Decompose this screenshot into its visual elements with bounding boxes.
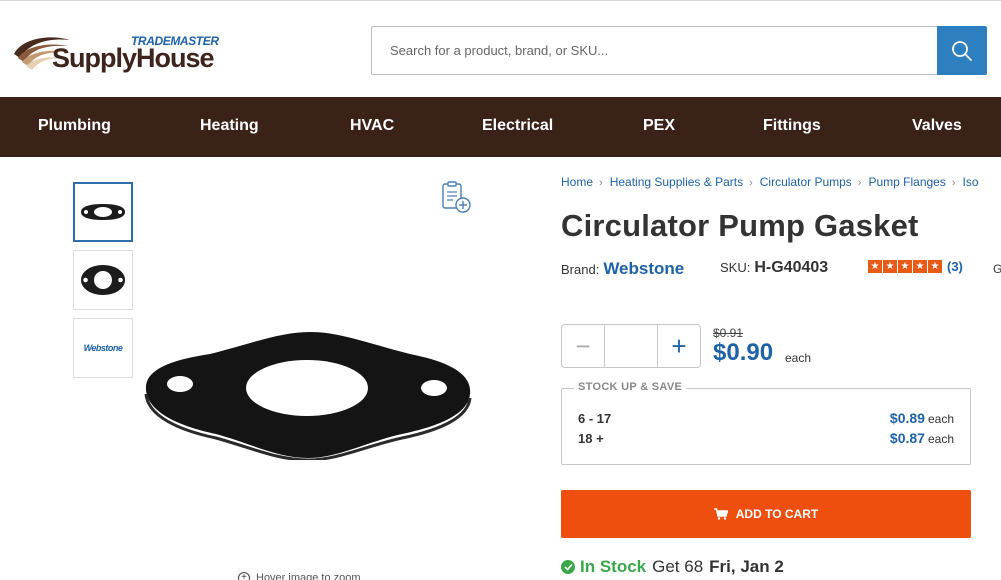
add-to-cart-button[interactable]: ADD TO CART: [561, 490, 971, 538]
rating[interactable]: ★ ★ ★ ★ ★ (3): [868, 259, 963, 274]
thumbnail-3[interactable]: Webstone: [73, 318, 133, 378]
tier-range: 18 +: [578, 431, 604, 446]
star-icon: ★: [928, 260, 942, 273]
chevron-right-icon: ›: [951, 177, 956, 189]
main-nav: Plumbing Heating HVAC Electrical PEX Fit…: [0, 97, 1001, 157]
tier-range: 6 - 17: [578, 411, 612, 426]
search-icon: [952, 40, 972, 61]
availability-row: In Stock Get 68 Fri, Jan 2: [561, 557, 784, 577]
brand-link[interactable]: Webstone: [603, 259, 684, 278]
add-to-list-icon[interactable]: [440, 180, 472, 214]
chevron-right-icon: ›: [599, 177, 603, 189]
quantity-input[interactable]: [605, 325, 657, 367]
cart-icon: [713, 508, 728, 520]
nav-item-fittings[interactable]: Fittings: [763, 97, 821, 157]
supplyhouse-logo[interactable]: TRADEMASTER SupplyHouse: [12, 30, 219, 74]
check-circle-icon: [561, 560, 575, 574]
breadcrumb-pump-flanges[interactable]: Pump Flanges: [868, 175, 945, 189]
stock-up-title: STOCK UP & SAVE: [574, 381, 687, 393]
tier-price: $0.87: [889, 430, 925, 446]
tier-price: $0.89: [889, 410, 925, 426]
cut-off-text: G: [993, 262, 1001, 276]
webstone-logo-thumbnail: Webstone: [83, 343, 123, 353]
gasket-thumbnail-icon: [81, 204, 125, 220]
star-icon: ★: [868, 260, 882, 273]
nav-item-heating[interactable]: Heating: [200, 97, 259, 157]
decrease-quantity-button[interactable]: −: [562, 325, 605, 367]
nav-item-electrical[interactable]: Electrical: [482, 97, 553, 157]
zoom-hint-text: Hover image to zoom: [256, 572, 361, 580]
breadcrumb-iso[interactable]: Iso: [963, 175, 979, 189]
price-unit: each: [785, 351, 812, 365]
delivery-date: Fri, Jan 2: [709, 557, 784, 576]
tier-price-row: $0.89 each: [890, 410, 954, 426]
brand-row: Brand: Webstone: [561, 259, 684, 279]
star-icon: ★: [898, 260, 912, 273]
breadcrumb-heating-supplies[interactable]: Heating Supplies & Parts: [610, 175, 743, 189]
current-price: $0.90: [713, 339, 774, 366]
top-border: [0, 0, 1001, 3]
quantity-stepper: − +: [561, 324, 701, 368]
add-to-cart-label: ADD TO CART: [735, 507, 819, 521]
nav-item-plumbing[interactable]: Plumbing: [38, 97, 111, 157]
tier-unit: each: [927, 432, 954, 446]
tier-price-row: $0.87 each: [890, 430, 954, 446]
breadcrumb-home[interactable]: Home: [561, 175, 593, 189]
sku-label: SKU:: [720, 260, 751, 275]
zoom-hint: + Hover image to zoom: [238, 572, 361, 580]
search-button[interactable]: [937, 26, 987, 75]
logo-supplyhouse-text: SupplyHouse: [52, 43, 215, 73]
old-price: $0.91: [713, 326, 744, 340]
chevron-right-icon: ›: [857, 177, 862, 189]
in-stock-status: In Stock: [580, 557, 647, 576]
stock-count: Get 68: [652, 557, 704, 576]
star-icon: ★: [883, 260, 897, 273]
gasket-front-thumbnail-icon: [81, 265, 125, 295]
nav-item-valves[interactable]: Valves: [912, 97, 962, 157]
star-icon: ★: [913, 260, 927, 273]
tier-unit: each: [927, 412, 954, 426]
nav-item-pex[interactable]: PEX: [643, 97, 675, 157]
search-input[interactable]: [372, 27, 937, 74]
brand-label: Brand:: [561, 262, 600, 277]
product-main-image[interactable]: [140, 330, 475, 460]
thumbnail-1[interactable]: [73, 182, 133, 242]
product-title: Circulator Pump Gasket: [561, 208, 919, 243]
review-count[interactable]: (3): [947, 259, 963, 274]
zoom-icon: +: [238, 572, 250, 580]
stock-up-box: STOCK UP & SAVE 6 - 17 $0.89 each 18 + $0…: [561, 381, 971, 465]
breadcrumb-circulator-pumps[interactable]: Circulator Pumps: [760, 175, 852, 189]
sku-value: H-G40403: [754, 259, 829, 276]
increase-quantity-button[interactable]: +: [657, 325, 700, 367]
chevron-right-icon: ›: [749, 177, 753, 189]
sku-row: SKU: H-G40403: [720, 259, 828, 277]
search-box: [371, 26, 937, 75]
breadcrumb: Home › Heating Supplies & Parts › Circulator…: [561, 175, 979, 189]
thumbnail-2[interactable]: [73, 250, 133, 310]
nav-item-hvac[interactable]: HVAC: [350, 97, 394, 157]
